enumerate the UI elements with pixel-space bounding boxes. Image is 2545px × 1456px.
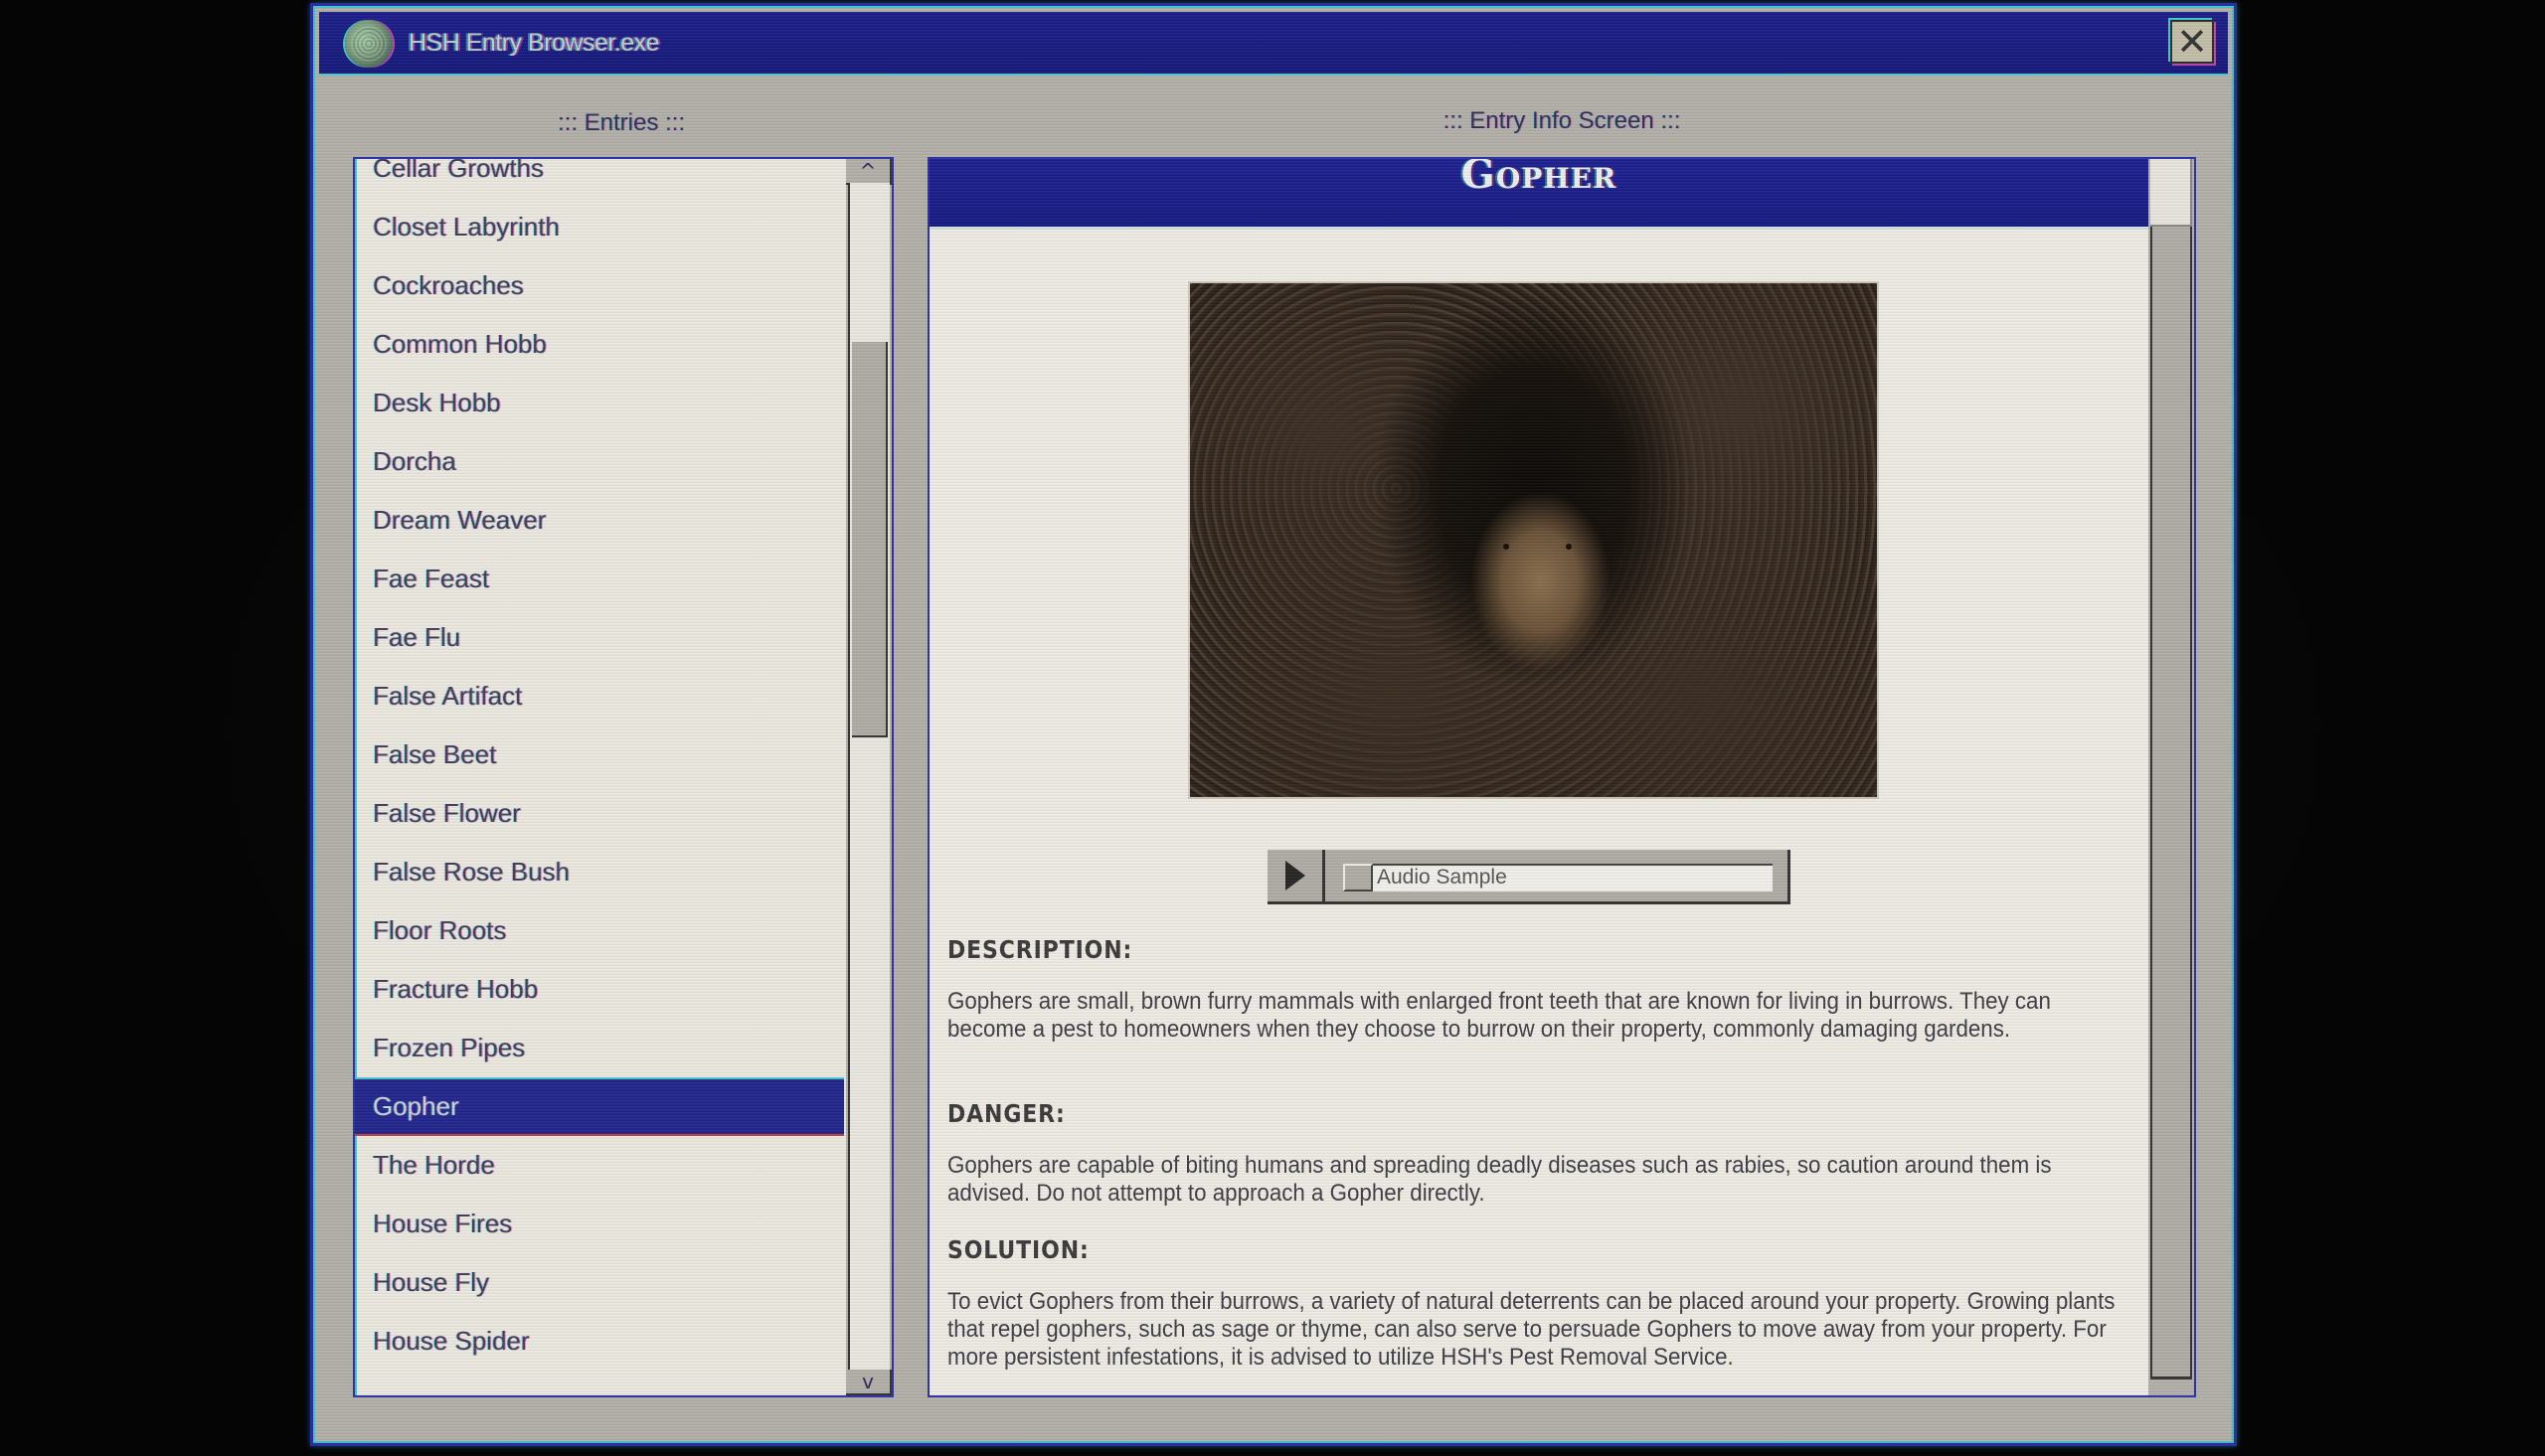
info-scroll-thumb[interactable] xyxy=(2150,159,2192,227)
audio-label: Audio Sample xyxy=(1373,864,1773,891)
danger-section: DANGER: Gophers are capable of biting hu… xyxy=(947,1099,2119,1208)
list-item-selected[interactable]: Gopher xyxy=(355,1077,844,1136)
entries-list-items: Cellar Growths Closet Labyrinth Cockroache… xyxy=(355,159,844,1371)
list-item[interactable]: House Fires xyxy=(355,1195,844,1253)
list-item[interactable]: False Rose Bush xyxy=(355,843,844,901)
entries-label: ::: Entries ::: xyxy=(557,109,686,136)
play-icon xyxy=(1284,861,1305,890)
entry-info-label: ::: Entry Info Screen ::: xyxy=(1442,107,1681,134)
entries-list[interactable]: Cellar Growths Closet Labyrinth Cockroache… xyxy=(353,157,894,1397)
entry-content: Audio Sample DESCRIPTION: Gophers are sm… xyxy=(930,230,2148,1395)
list-item[interactable]: False Beet xyxy=(355,726,844,784)
danger-heading: DANGER: xyxy=(947,1099,1066,1128)
list-item[interactable]: Dream Weaver xyxy=(355,491,844,550)
danger-text: Gophers are capable of biting humans and… xyxy=(947,1152,2052,1207)
entry-title-bar: Gopher xyxy=(930,159,2148,230)
list-item[interactable]: The Horde xyxy=(355,1136,844,1195)
title-bar[interactable]: HSH Entry Browser.exe ✕ xyxy=(319,12,2228,76)
list-item[interactable]: False Artifact xyxy=(355,667,844,726)
list-item[interactable]: Dorcha xyxy=(355,432,844,491)
scroll-down-button[interactable]: v xyxy=(846,1370,892,1395)
chevron-down-icon: v xyxy=(862,1370,874,1393)
scroll-thumb[interactable] xyxy=(852,342,888,737)
list-item[interactable]: House Spider xyxy=(355,1312,844,1371)
entry-image xyxy=(1188,281,1879,799)
list-item[interactable]: Fae Flu xyxy=(355,608,844,667)
list-item[interactable]: Floor Roots xyxy=(355,901,844,960)
info-scroll-track[interactable] xyxy=(2150,227,2192,1379)
description-heading: DESCRIPTION: xyxy=(947,935,1133,964)
solution-text: To evict Gophers from their burrows, a v… xyxy=(947,1288,2116,1371)
entry-title: Gopher xyxy=(1460,157,1617,198)
audio-player: Audio Sample xyxy=(1268,850,1790,904)
entries-scrollbar[interactable]: ^ v xyxy=(846,159,892,1395)
globe-brain-icon xyxy=(345,20,393,68)
audio-progress-indicator xyxy=(1343,864,1373,891)
list-item[interactable]: Frozen Pipes xyxy=(355,1019,844,1077)
list-item[interactable]: Closet Labyrinth xyxy=(355,198,844,256)
description-section: DESCRIPTION: Gophers are small, brown fu… xyxy=(947,935,2119,1044)
list-item[interactable]: Cellar Growths xyxy=(355,159,844,198)
play-button[interactable] xyxy=(1268,850,1325,901)
gopher-eye xyxy=(1503,544,1509,550)
entry-info-panel: Gopher Audio Sample DESCRIPTION: Gophers… xyxy=(928,157,2196,1397)
close-icon: ✕ xyxy=(2176,20,2208,64)
list-item[interactable]: Fracture Hobb xyxy=(355,960,844,1019)
scroll-up-button[interactable]: ^ xyxy=(846,159,892,185)
solution-heading: SOLUTION: xyxy=(947,1235,1090,1264)
chevron-up-icon: ^ xyxy=(859,159,877,183)
app-window: HSH Entry Browser.exe ✕ ::: Entries ::: … xyxy=(310,3,2237,1446)
scroll-track[interactable] xyxy=(848,183,890,1370)
list-item[interactable]: False Flower xyxy=(355,784,844,843)
entry-info-scrollbar[interactable] xyxy=(2148,159,2194,1395)
list-item[interactable]: Common Hobb xyxy=(355,315,844,374)
list-item[interactable]: Desk Hobb xyxy=(355,374,844,432)
window-title: HSH Entry Browser.exe xyxy=(409,29,660,57)
list-item[interactable]: Fae Feast xyxy=(355,550,844,608)
close-button[interactable]: ✕ xyxy=(2170,20,2214,64)
solution-section: SOLUTION: To evict Gophers from their bu… xyxy=(947,1235,2119,1372)
list-item[interactable]: House Fly xyxy=(355,1253,844,1312)
gopher-eye xyxy=(1566,544,1572,550)
list-item[interactable]: Cockroaches xyxy=(355,256,844,315)
description-text: Gophers are small, brown furry mammals w… xyxy=(947,988,2051,1043)
